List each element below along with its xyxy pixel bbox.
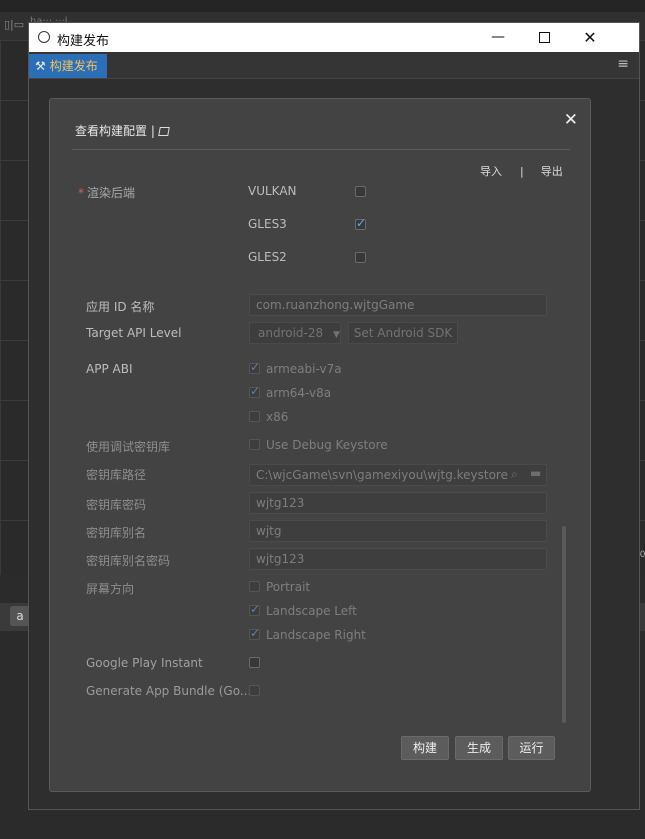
alias-password-label: 密钥库别名密码 — [86, 554, 171, 568]
required-mark: * — [78, 186, 84, 200]
render-backend-label: * 渲染后端 — [78, 184, 135, 201]
app-logo-icon — [38, 31, 50, 43]
panel-tab-bar: ⚒ 构建发布 ≡ — [29, 52, 639, 79]
orientation-landscape-left-label: Landscape Left — [266, 604, 357, 618]
maximize-button[interactable] — [521, 23, 567, 52]
app-bundle-label: Generate App Bundle (Go... — [86, 684, 252, 698]
window-titlebar[interactable]: 构建发布 — ✕ — [29, 23, 639, 52]
orientation-landscape-right-label: Landscape Right — [266, 628, 366, 642]
abi-arm64-checkbox[interactable] — [249, 384, 260, 398]
alias-password-input[interactable]: wjtg123 — [249, 548, 547, 570]
app-abi-label: APP ABI — [86, 362, 133, 376]
abi-armeabi-label: armeabi-v7a — [266, 362, 342, 376]
orientation-landscape-right-checkbox[interactable] — [249, 626, 260, 640]
background-top — [0, 0, 645, 12]
tab-build-publish-label: 构建发布 — [49, 59, 98, 73]
make-button[interactable]: 生成 — [455, 736, 503, 760]
dialog-title-text: 查看构建配置 | — [75, 124, 155, 138]
app-bundle-checkbox[interactable] — [249, 685, 260, 696]
backend-gles2-checkbox[interactable] — [355, 252, 366, 263]
close-window-button[interactable]: ✕ — [567, 23, 613, 52]
tab-build-publish[interactable]: ⚒ 构建发布 — [29, 54, 107, 78]
dialog-divider — [72, 149, 570, 150]
export-link[interactable]: 导出 — [541, 165, 563, 178]
debug-keystore-label: 使用调试密钥库 — [86, 440, 171, 454]
target-api-select[interactable]: android-28 ▼ — [249, 322, 341, 344]
orientation-label: 屏幕方向 — [86, 582, 135, 596]
backend-gles2-label: GLES2 — [248, 250, 287, 264]
panel-menu-icon[interactable]: ≡ — [617, 56, 629, 72]
background-tab-chip[interactable]: a — [10, 606, 30, 626]
backend-gles3-checkbox[interactable] — [355, 216, 366, 230]
orientation-portrait-label: Portrait — [266, 580, 311, 594]
set-android-sdk-button[interactable]: Set Android SDK — [348, 322, 458, 344]
instant-checkbox[interactable] — [249, 657, 260, 668]
alias-label: 密钥库别名 — [86, 526, 147, 540]
background-toolbar-icon: ▯|▭ — [4, 18, 25, 31]
backend-vulkan-label: VULKAN — [248, 184, 297, 198]
keystore-path-input[interactable]: C:\wjcGame\svn\gamexiyou\wjtg.keystore — [249, 464, 547, 486]
import-export-separator: | — [520, 165, 524, 178]
orientation-portrait-checkbox[interactable] — [249, 581, 260, 592]
build-config-dialog: 查看构建配置 | ✕ 导入 | 导出 *渲染后端 VULKAN GLES3 GLES… — [49, 98, 591, 792]
build-window: 构建发布 — ✕ ⚒ 构建发布 ≡ 查看构建配置 | ✕ 导入 | 导出 * 渲染后端 … — [28, 22, 640, 810]
app-id-input[interactable]: com.ruanzhong.wjtgGame — [249, 294, 547, 316]
backend-gles3-label: GLES3 — [248, 217, 287, 231]
target-api-label: Target API Level — [86, 326, 182, 340]
book-icon[interactable] — [157, 127, 170, 136]
minimize-button[interactable]: — — [475, 23, 521, 52]
build-button[interactable]: 构建 — [401, 736, 449, 760]
window-title: 构建发布 — [57, 34, 110, 49]
debug-keystore-option: Use Debug Keystore — [266, 438, 388, 452]
maximize-icon — [538, 31, 550, 43]
instant-label: Google Play Instant — [86, 656, 203, 670]
import-export-links: 导入 | 导出 — [480, 163, 563, 179]
alias-input[interactable]: wjtg — [249, 520, 547, 542]
backend-vulkan-checkbox[interactable] — [355, 186, 366, 197]
target-api-value: android-28 — [258, 326, 324, 340]
search-icon[interactable]: ⌕ — [511, 467, 518, 482]
abi-x86-checkbox[interactable] — [249, 411, 260, 422]
chevron-down-icon: ▼ — [332, 330, 340, 340]
dialog-close-button[interactable]: ✕ — [564, 110, 578, 130]
abi-armeabi-checkbox[interactable] — [249, 360, 260, 374]
orientation-landscape-left-checkbox[interactable] — [249, 602, 260, 616]
keystore-path-label: 密钥库路径 — [86, 468, 147, 482]
import-link[interactable]: 导入 — [480, 165, 502, 178]
tools-icon: ⚒ — [35, 59, 46, 73]
abi-arm64-label: arm64-v8a — [266, 386, 332, 400]
folder-icon[interactable]: ▬ — [530, 466, 541, 480]
run-button[interactable]: 运行 — [508, 736, 555, 760]
dialog-title: 查看构建配置 | — [75, 122, 170, 139]
abi-x86-label: x86 — [266, 410, 289, 424]
app-id-label: 应用 ID 名称 — [86, 300, 155, 314]
keystore-password-input[interactable]: wjtg123 — [249, 492, 547, 514]
render-backend-label-text: 渲染后端 — [87, 186, 136, 200]
keystore-password-label: 密钥库密码 — [86, 498, 147, 512]
dialog-scrollbar[interactable] — [562, 526, 566, 723]
debug-keystore-checkbox[interactable] — [249, 439, 260, 450]
